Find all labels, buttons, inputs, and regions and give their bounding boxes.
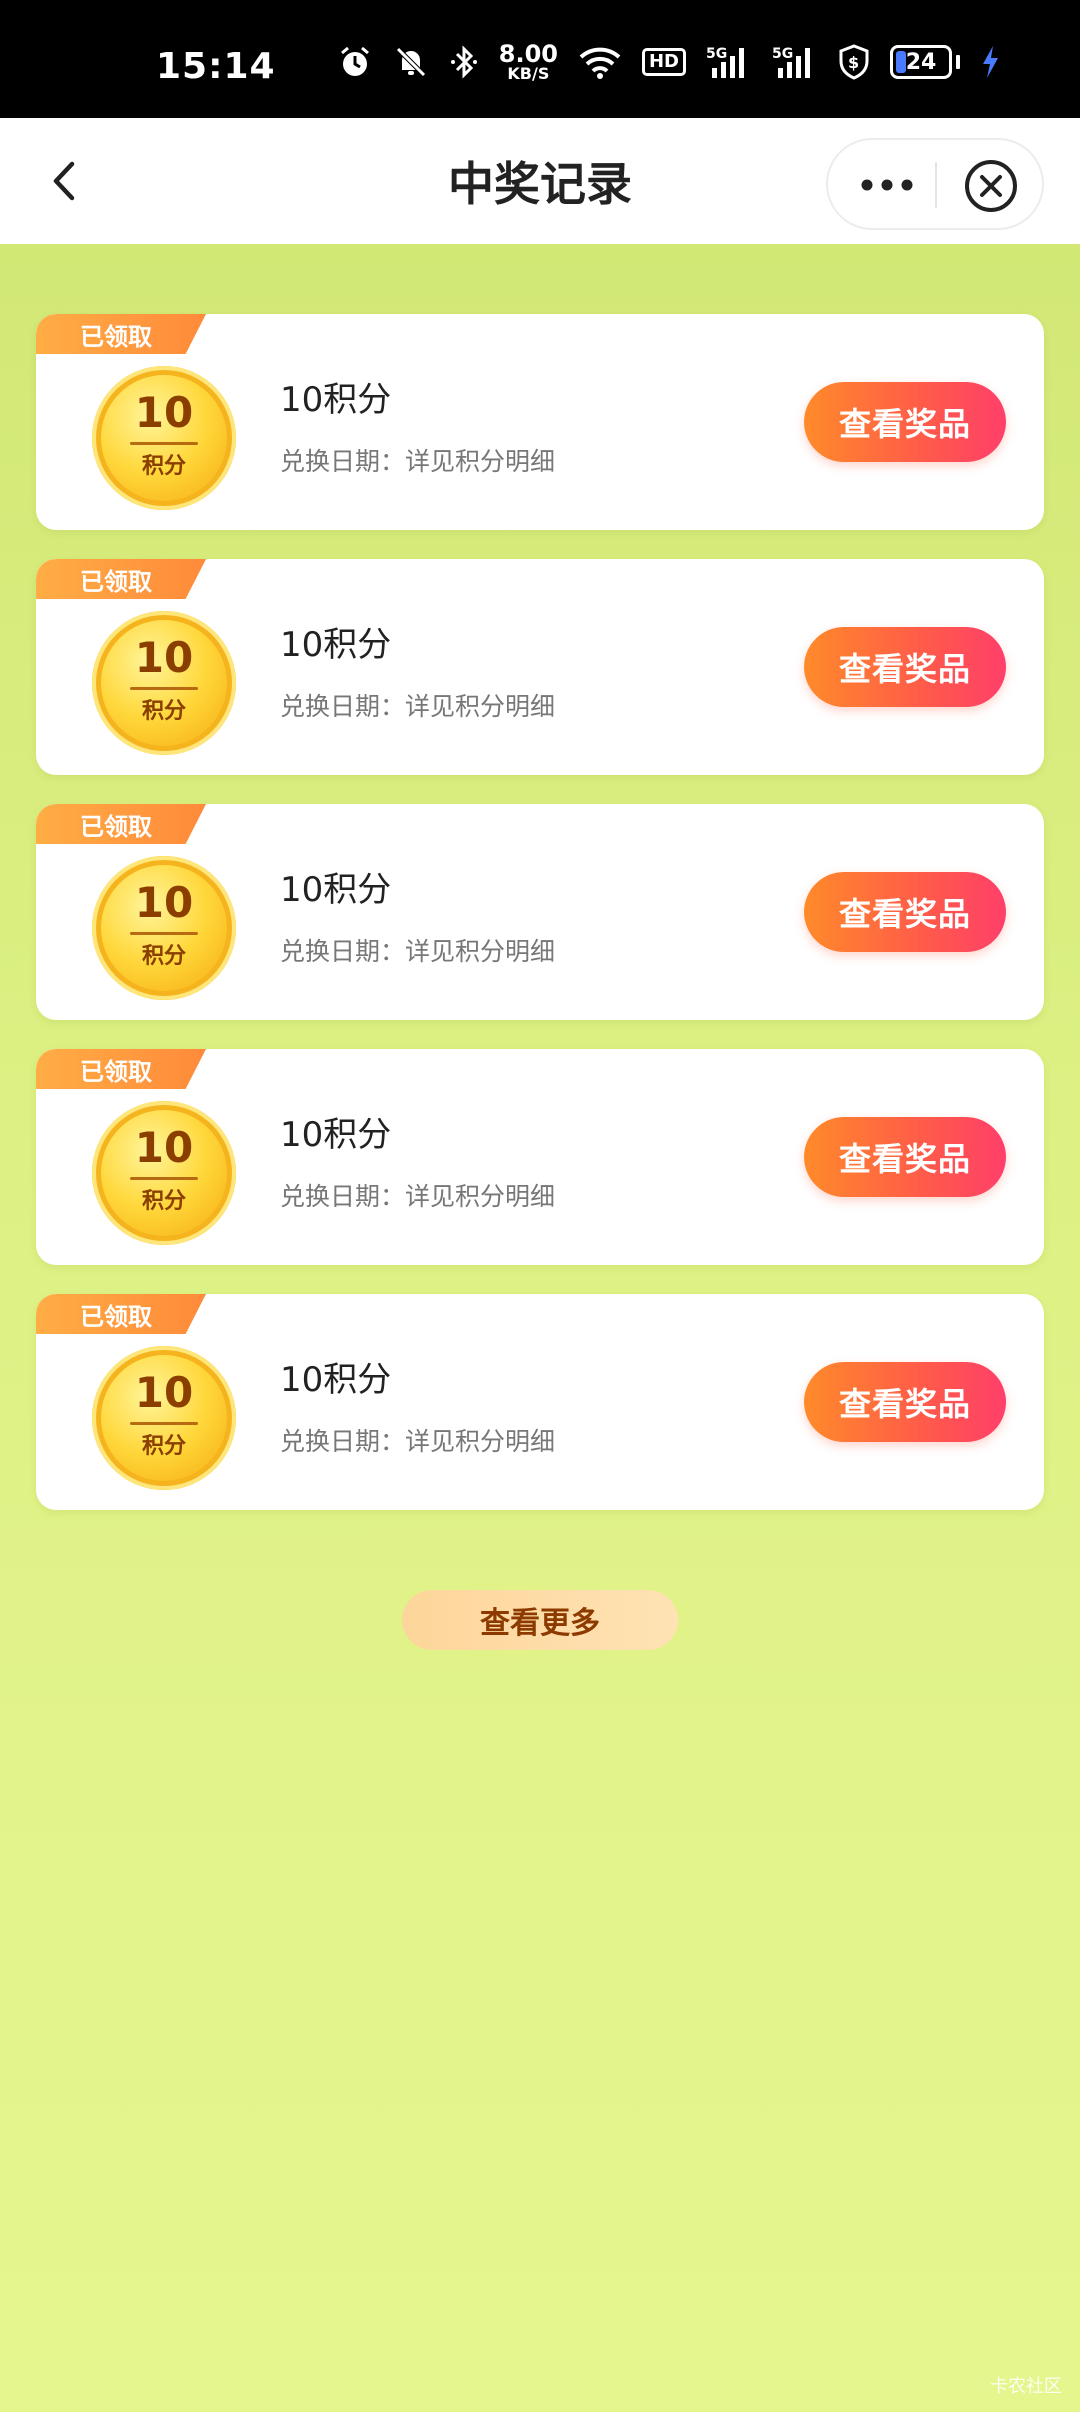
wifi-icon	[579, 47, 621, 79]
view-prize-button[interactable]: 查看奖品	[804, 1117, 1006, 1197]
charging-icon	[983, 46, 998, 78]
redeem-date: 兑换日期：详见积分明细	[280, 692, 556, 721]
points-coin-icon: 10 积分	[92, 1101, 236, 1245]
claimed-badge: 已领取	[36, 1294, 206, 1334]
svg-text:5G: 5G	[706, 46, 727, 62]
battery-icon: 24	[890, 45, 960, 79]
view-prize-button[interactable]: 查看奖品	[804, 382, 1006, 462]
hd-icon: HD	[641, 48, 686, 76]
status-icons: 8.00 KB/S HD 5G 5G $ 24	[337, 40, 1000, 84]
points-coin-icon: 10 积分	[92, 1346, 236, 1490]
view-prize-button[interactable]: 查看奖品	[804, 872, 1006, 952]
svg-text:$: $	[848, 53, 859, 72]
prize-name: 10积分	[280, 380, 392, 420]
redeem-date: 兑换日期：详见积分明细	[280, 447, 556, 476]
prize-name: 10积分	[280, 1115, 392, 1155]
prize-name: 10积分	[280, 625, 392, 665]
close-circle-icon[interactable]	[963, 158, 1019, 214]
clock: 15:14	[156, 46, 276, 87]
points-coin-icon: 10 积分	[92, 611, 236, 755]
mute-icon	[395, 47, 426, 77]
more-dots-icon[interactable]	[852, 160, 922, 210]
redeem-date: 兑换日期：详见积分明细	[280, 937, 556, 966]
alarm-icon	[340, 46, 369, 76]
net-speed: 8.00 KB/S	[498, 40, 558, 83]
claimed-badge: 已领取	[36, 804, 206, 844]
svg-text:5G: 5G	[772, 46, 793, 62]
claimed-badge: 已领取	[36, 314, 206, 354]
prize-record-card: 已领取 10 积分 10积分 兑换日期：详见积分明细 查看奖品	[36, 1294, 1044, 1510]
nav-bar: 中奖记录	[0, 118, 1080, 244]
prize-record-card: 已领取 10 积分 10积分 兑换日期：详见积分明细 查看奖品	[36, 314, 1044, 530]
claimed-badge: 已领取	[36, 559, 206, 599]
view-prize-button[interactable]: 查看奖品	[804, 1362, 1006, 1442]
shield-icon: $	[839, 44, 869, 80]
prize-record-card: 已领取 10 积分 10积分 兑换日期：详见积分明细 查看奖品	[36, 559, 1044, 775]
bluetooth-icon	[450, 45, 477, 79]
watermark: 卡农社区	[990, 2376, 1062, 2397]
points-coin-icon: 10 积分	[92, 366, 236, 510]
prize-name: 10积分	[280, 870, 392, 910]
prize-record-card: 已领取 10 积分 10积分 兑换日期：详见积分明细 查看奖品	[36, 804, 1044, 1020]
capsule-divider	[935, 162, 937, 208]
prize-record-card: 已领取 10 积分 10积分 兑换日期：详见积分明细 查看奖品	[36, 1049, 1044, 1265]
view-more-button[interactable]: 查看更多	[402, 1590, 678, 1650]
status-bar: 15:14 8.00 KB/S HD 5G 5G $ 24	[0, 0, 1080, 118]
points-coin-icon: 10 积分	[92, 856, 236, 1000]
view-prize-button[interactable]: 查看奖品	[804, 627, 1006, 707]
prize-name: 10积分	[280, 1360, 392, 1400]
mini-program-capsule	[826, 138, 1044, 230]
signal-icon-2: 5G	[772, 46, 810, 78]
signal-icon: 5G	[706, 46, 744, 78]
prize-record-list: 已领取 10 积分 10积分 兑换日期：详见积分明细 查看奖品 已领取 10 积…	[36, 314, 1044, 1539]
redeem-date: 兑换日期：详见积分明细	[280, 1182, 556, 1211]
claimed-badge: 已领取	[36, 1049, 206, 1089]
redeem-date: 兑换日期：详见积分明细	[280, 1427, 556, 1456]
